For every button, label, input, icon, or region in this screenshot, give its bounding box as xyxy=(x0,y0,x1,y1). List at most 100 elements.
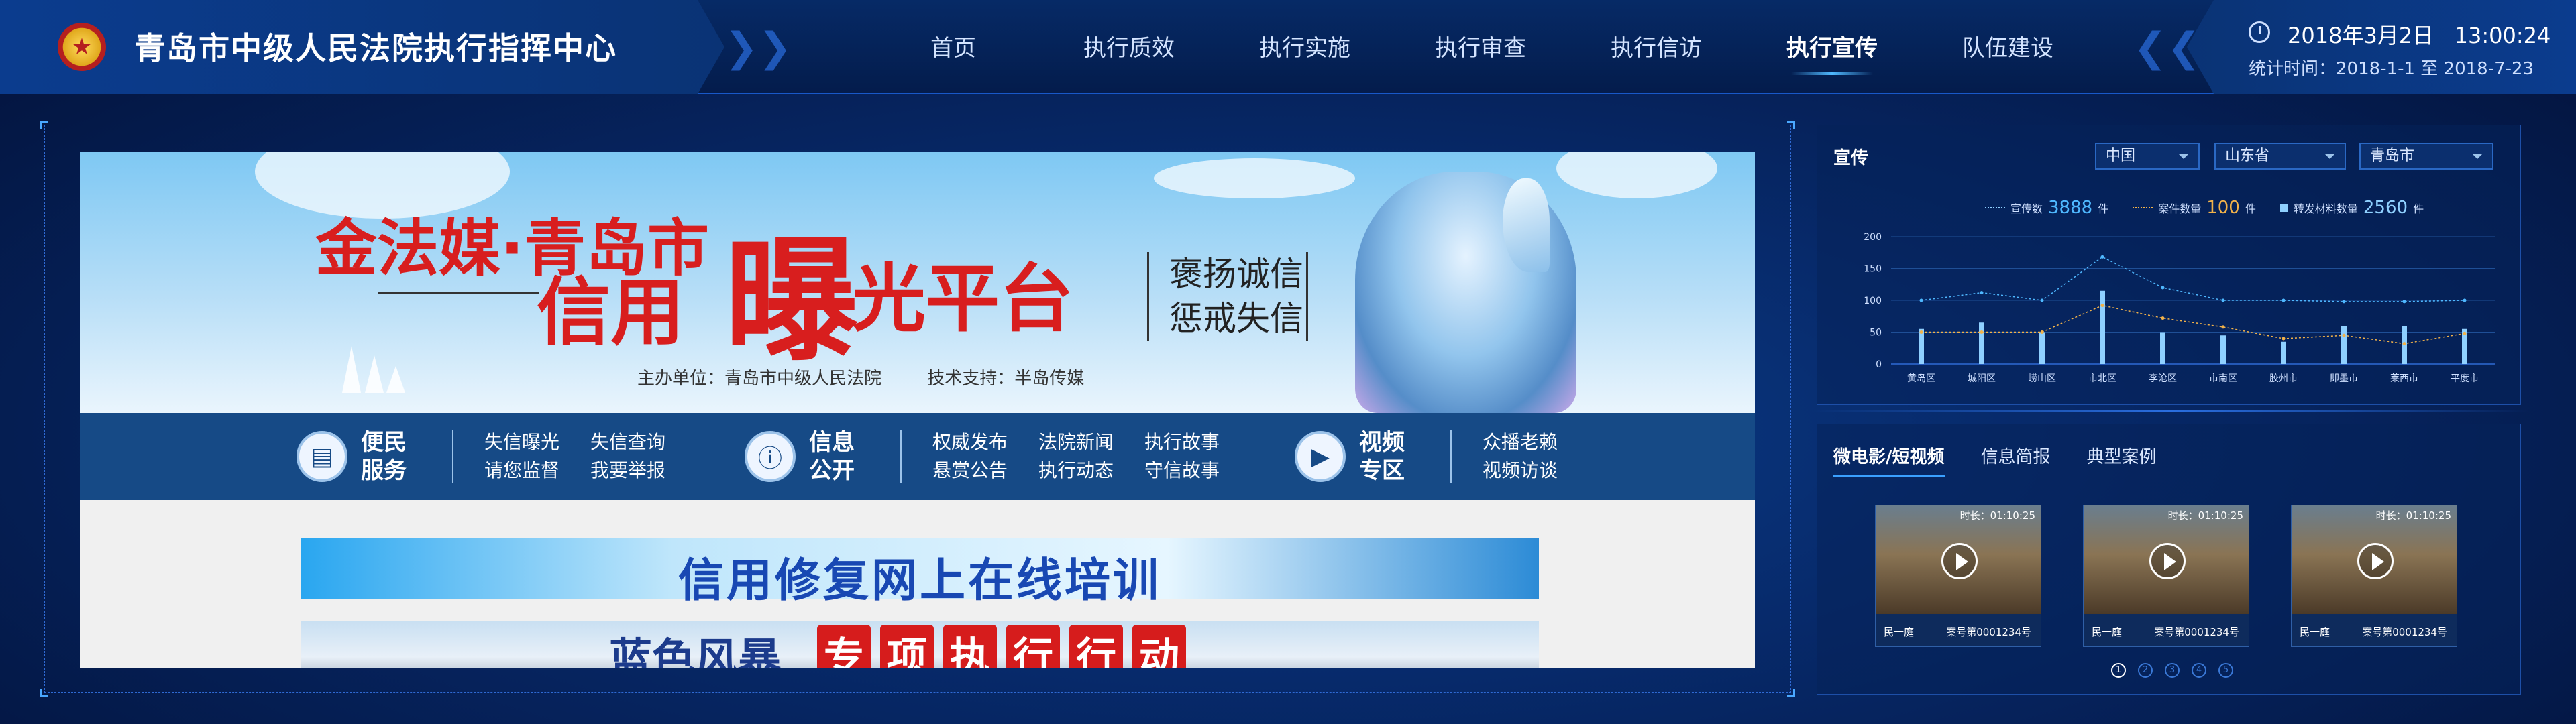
site-category-bar: ▤ 便民 服务 失信曝光 失信查询 请您监督 我要举报 ⓘ 信息 公开 权威发布 法院新闻 执行故事 悬赏… xyxy=(80,413,1755,500)
category-link[interactable]: 执行故事 xyxy=(1144,430,1220,455)
y-tick-label: 200 xyxy=(1864,232,1882,243)
category-separator xyxy=(1450,430,1452,483)
play-icon[interactable] xyxy=(1941,543,1978,579)
special-action-char: 项 xyxy=(880,625,934,668)
media-tab[interactable]: 微电影/短视频 xyxy=(1833,443,1945,477)
bar-mark xyxy=(1919,328,1924,364)
stats-range: 统计时间：2018-1-1 至 2018-7-23 xyxy=(2249,59,2534,79)
series-point xyxy=(2100,304,2104,308)
category-link[interactable]: 权威发布 xyxy=(932,430,1008,455)
sponsor-text: 主办单位：青岛市中级人民法院 xyxy=(637,369,882,389)
category-link[interactable]: 我要举报 xyxy=(590,459,665,483)
panel-divider xyxy=(1811,410,2529,412)
nav-item[interactable]: 执行质效 xyxy=(1041,0,1217,94)
hero-divider xyxy=(378,292,539,294)
tech-support-text: 技术支持：半岛传媒 xyxy=(927,369,1085,389)
nav-item[interactable]: 队伍建设 xyxy=(1920,0,2096,94)
category-heading[interactable]: 信息 公开 xyxy=(809,428,869,485)
bar-mark xyxy=(2281,341,2286,364)
special-action-char: 行 xyxy=(1069,625,1123,668)
category-link[interactable]: 请您监督 xyxy=(484,459,559,483)
x-tick-label: 市北区 xyxy=(2088,373,2116,384)
main-nav: 首页 执行质效 执行实施 执行审查 执行信访 执行宣传 队伍建设 xyxy=(865,0,2096,94)
category-link[interactable]: 法院新闻 xyxy=(1038,430,1114,455)
video-card[interactable]: 时长：01:10:25 民一庭 案号第0001234号 xyxy=(2083,505,2249,647)
page-dot[interactable]: 1 xyxy=(2111,663,2126,678)
nav-item[interactable]: 执行宣传 xyxy=(1744,0,1920,94)
bar-mark xyxy=(2100,290,2105,364)
category-heading-line: 视频 xyxy=(1359,429,1405,456)
slogan-line: 惩戒失信 xyxy=(1169,299,1303,338)
blue-storm-banner[interactable]: 蓝色风暴 专项执行行动 xyxy=(301,621,1539,668)
bar-mark xyxy=(2341,326,2347,364)
x-tick-label: 李沧区 xyxy=(2149,373,2177,384)
nav-item[interactable]: 执行信访 xyxy=(1568,0,1744,94)
slogan-line: 褒扬诚信 xyxy=(1169,255,1303,294)
category-group: ▶ 视频 专区 众播老赖 视频访谈 xyxy=(1295,413,1558,500)
bar-mark xyxy=(2039,332,2045,364)
video-court: 民一庭 xyxy=(2092,626,2123,638)
series-point xyxy=(1919,330,1923,334)
category-link[interactable]: 视频访谈 xyxy=(1483,459,1558,483)
category-heading[interactable]: 视频 专区 xyxy=(1359,428,1419,485)
current-datetime: 2018年3月2日 13:00:24 xyxy=(2288,23,2551,48)
category-link[interactable]: 失信查询 xyxy=(590,430,665,455)
cloud-decoration xyxy=(1154,158,1355,198)
page-dot[interactable]: 3 xyxy=(2165,663,2180,678)
cloud-decoration xyxy=(1556,152,1717,198)
x-tick-label: 莱西市 xyxy=(2390,373,2418,384)
x-tick-label: 崂山区 xyxy=(2028,373,2056,384)
special-action-char: 执 xyxy=(943,625,997,668)
bar-mark xyxy=(2220,335,2226,364)
site-title: 青岛市中级人民法院执行指挥中心 xyxy=(134,30,617,66)
court-emblem-icon: ★ xyxy=(58,23,106,71)
credit-repair-training-banner[interactable]: 信用修复网上在线培训 xyxy=(301,538,1539,607)
category-link[interactable]: 众播老赖 xyxy=(1483,430,1558,455)
series-point xyxy=(2282,298,2286,302)
nav-item[interactable]: 执行审查 xyxy=(1393,0,1568,94)
x-tick-label: 市南区 xyxy=(2209,373,2237,384)
video-court: 民一庭 xyxy=(1884,626,1915,638)
category-link[interactable]: 守信故事 xyxy=(1144,459,1220,483)
y-tick-label: 50 xyxy=(1870,328,1882,339)
media-tab[interactable]: 典型案例 xyxy=(2087,443,2157,477)
frame-corner xyxy=(40,689,48,697)
series-point xyxy=(2402,300,2406,304)
video-card[interactable]: 时长：01:10:25 民一庭 案号第0001234号 xyxy=(2291,505,2457,647)
page-dot[interactable]: 4 xyxy=(2192,663,2206,678)
video-card[interactable]: 时长：01:10:25 民一庭 案号第0001234号 xyxy=(1875,505,2041,647)
category-link[interactable]: 失信曝光 xyxy=(484,430,559,455)
category-link[interactable]: 悬赏公告 xyxy=(932,459,1008,483)
category-heading[interactable]: 便民 服务 xyxy=(361,428,421,485)
bar-mark xyxy=(2160,332,2165,364)
info-icon: ⓘ xyxy=(745,431,796,482)
bar-mark xyxy=(1979,322,1984,364)
category-separator xyxy=(452,430,453,483)
blue-storm-title: 蓝色风暴 xyxy=(609,634,781,668)
credit-repair-title: 信用修复网上在线培训 xyxy=(678,554,1161,607)
special-action-title: 专项执行行动 xyxy=(817,625,1186,668)
video-duration: 时长：01:10:25 xyxy=(2167,509,2243,522)
x-tick-label: 黄岛区 xyxy=(1907,373,1935,384)
category-heading-line: 服务 xyxy=(361,457,407,484)
series-point xyxy=(2463,298,2467,302)
series-point xyxy=(2161,316,2165,320)
hero-banner: 金法媒·青岛市 信用 曝 光平台 褒扬诚信 惩戒失信 主办单位：青岛市中级人民法… xyxy=(80,152,1755,413)
video-pagination: 12345 xyxy=(2111,663,2233,678)
category-link[interactable]: 执行动态 xyxy=(1038,459,1114,483)
video-court: 民一庭 xyxy=(2300,626,2330,638)
play-icon[interactable] xyxy=(2149,543,2186,579)
video-duration: 时长：01:10:25 xyxy=(1960,509,2035,522)
category-links: 失信曝光 失信查询请您监督 我要举报 xyxy=(484,430,665,483)
x-tick-label: 城阳区 xyxy=(1968,373,1996,384)
video-case-number: 案号第0001234号 xyxy=(2154,626,2239,638)
series-line xyxy=(1921,256,2465,302)
page-dot[interactable]: 2 xyxy=(2138,663,2153,678)
video-duration: 时长：01:10:25 xyxy=(2375,509,2451,522)
page-dot[interactable]: 5 xyxy=(2218,663,2233,678)
category-heading-line: 公开 xyxy=(809,457,855,484)
nav-item[interactable]: 执行实施 xyxy=(1217,0,1393,94)
play-icon[interactable] xyxy=(2357,543,2394,579)
media-tab[interactable]: 信息简报 xyxy=(1981,443,2051,477)
nav-item[interactable]: 首页 xyxy=(865,0,1041,94)
